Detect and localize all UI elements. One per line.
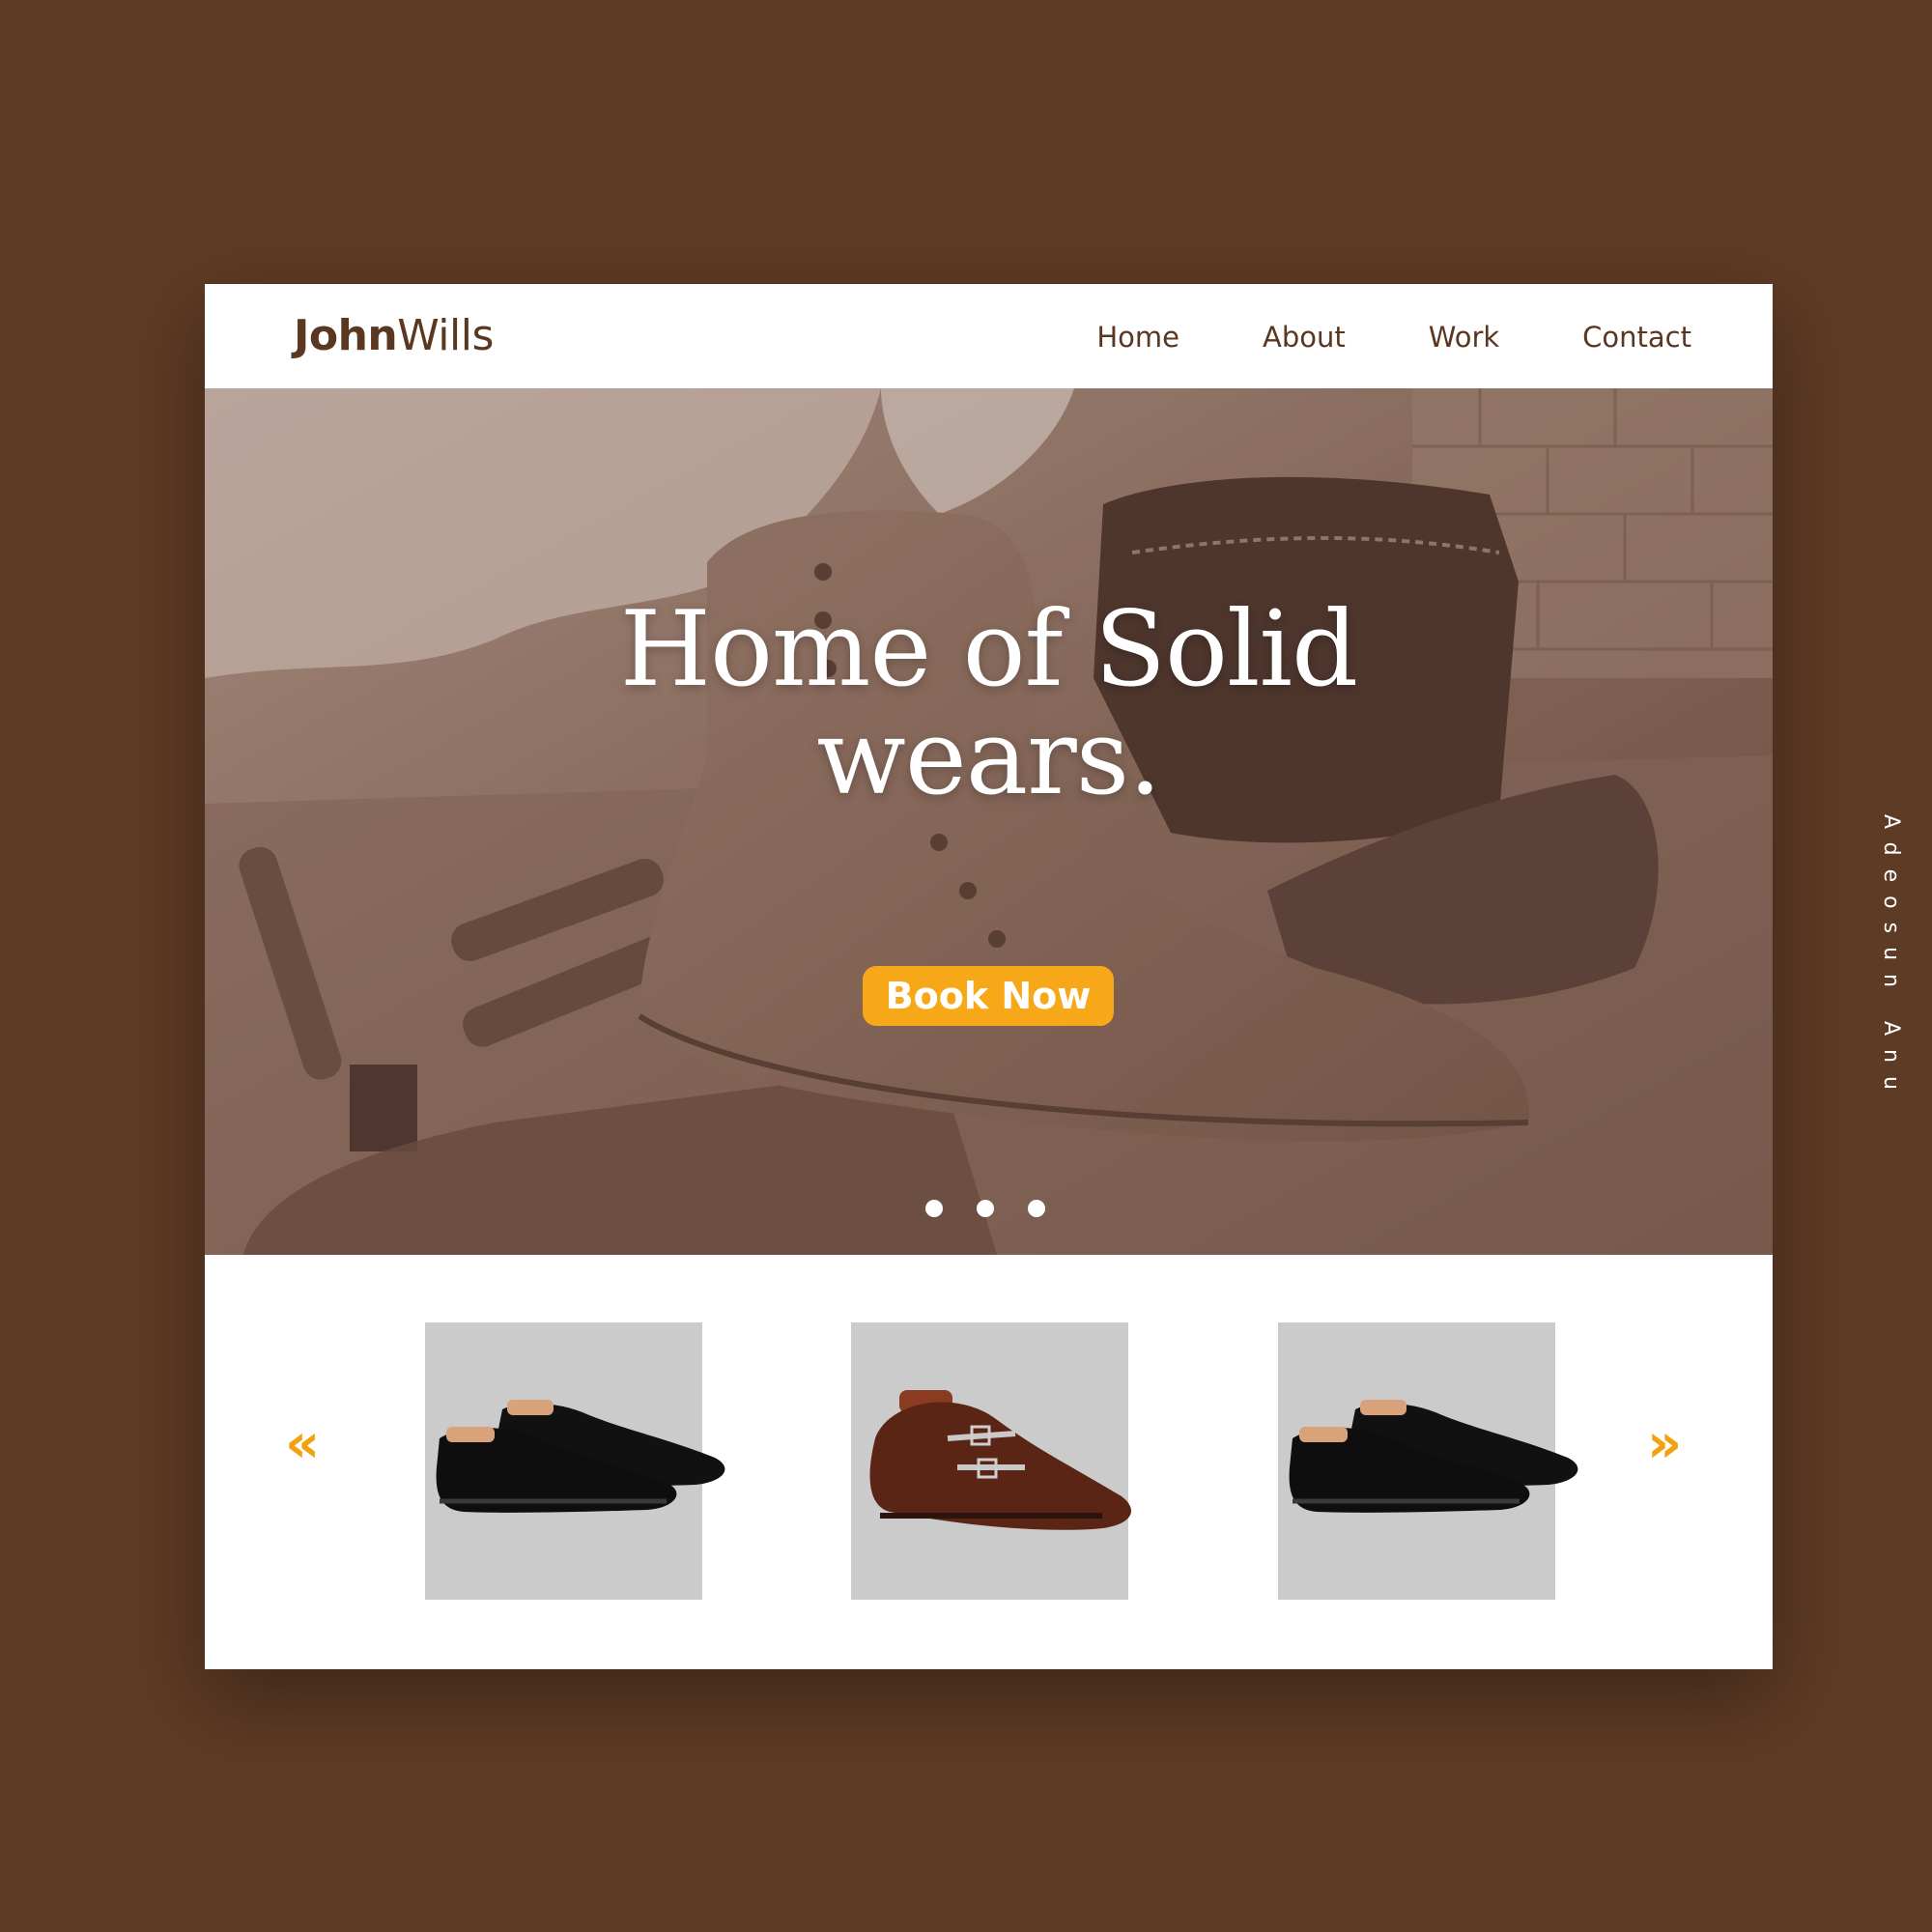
nav-about[interactable]: About (1263, 321, 1346, 354)
hero-title-line2: wears. (816, 697, 1161, 818)
carousel-dots (925, 1200, 1079, 1217)
header: JohnWills Home About Work Contact (205, 284, 1773, 388)
product-card-1[interactable] (425, 1322, 725, 1600)
next-arrow-icon[interactable]: » (1647, 1417, 1682, 1471)
hero-title-line1: Home of Solid (619, 589, 1358, 710)
hero-background-image (205, 388, 1773, 1255)
nav-contact[interactable]: Contact (1582, 321, 1691, 354)
product-card-2[interactable] (851, 1322, 1131, 1600)
main-nav: Home About Work Contact (1013, 321, 1691, 354)
brand-logo[interactable]: JohnWills (294, 311, 494, 360)
hero-banner: Home of Solid wears. Book Now (205, 388, 1773, 1255)
carousel-dot-2[interactable] (977, 1200, 994, 1217)
carousel-dot-3[interactable] (1028, 1200, 1045, 1217)
nav-home[interactable]: Home (1096, 321, 1179, 354)
product-carousel: « » (205, 1255, 1773, 1669)
brand-name-light: Wills (397, 311, 494, 360)
prev-arrow-icon[interactable]: « (285, 1417, 320, 1471)
carousel-dot-1[interactable] (925, 1200, 943, 1217)
book-now-button[interactable]: Book Now (863, 966, 1114, 1026)
brown-monk-strap-shoe-icon (869, 1390, 1131, 1530)
nav-work[interactable]: Work (1429, 321, 1499, 354)
hero-title: Home of Solid wears. (205, 596, 1773, 812)
website-mockup: JohnWills Home About Work Contact Home o… (205, 284, 1773, 1669)
product-card-3[interactable] (1278, 1322, 1578, 1600)
black-oxford-shoe-icon (436, 1400, 725, 1513)
designer-credit: Adeosun Anu (1879, 814, 1903, 1103)
black-oxford-shoe-icon (1289, 1400, 1578, 1513)
brand-name-bold: John (294, 311, 398, 360)
